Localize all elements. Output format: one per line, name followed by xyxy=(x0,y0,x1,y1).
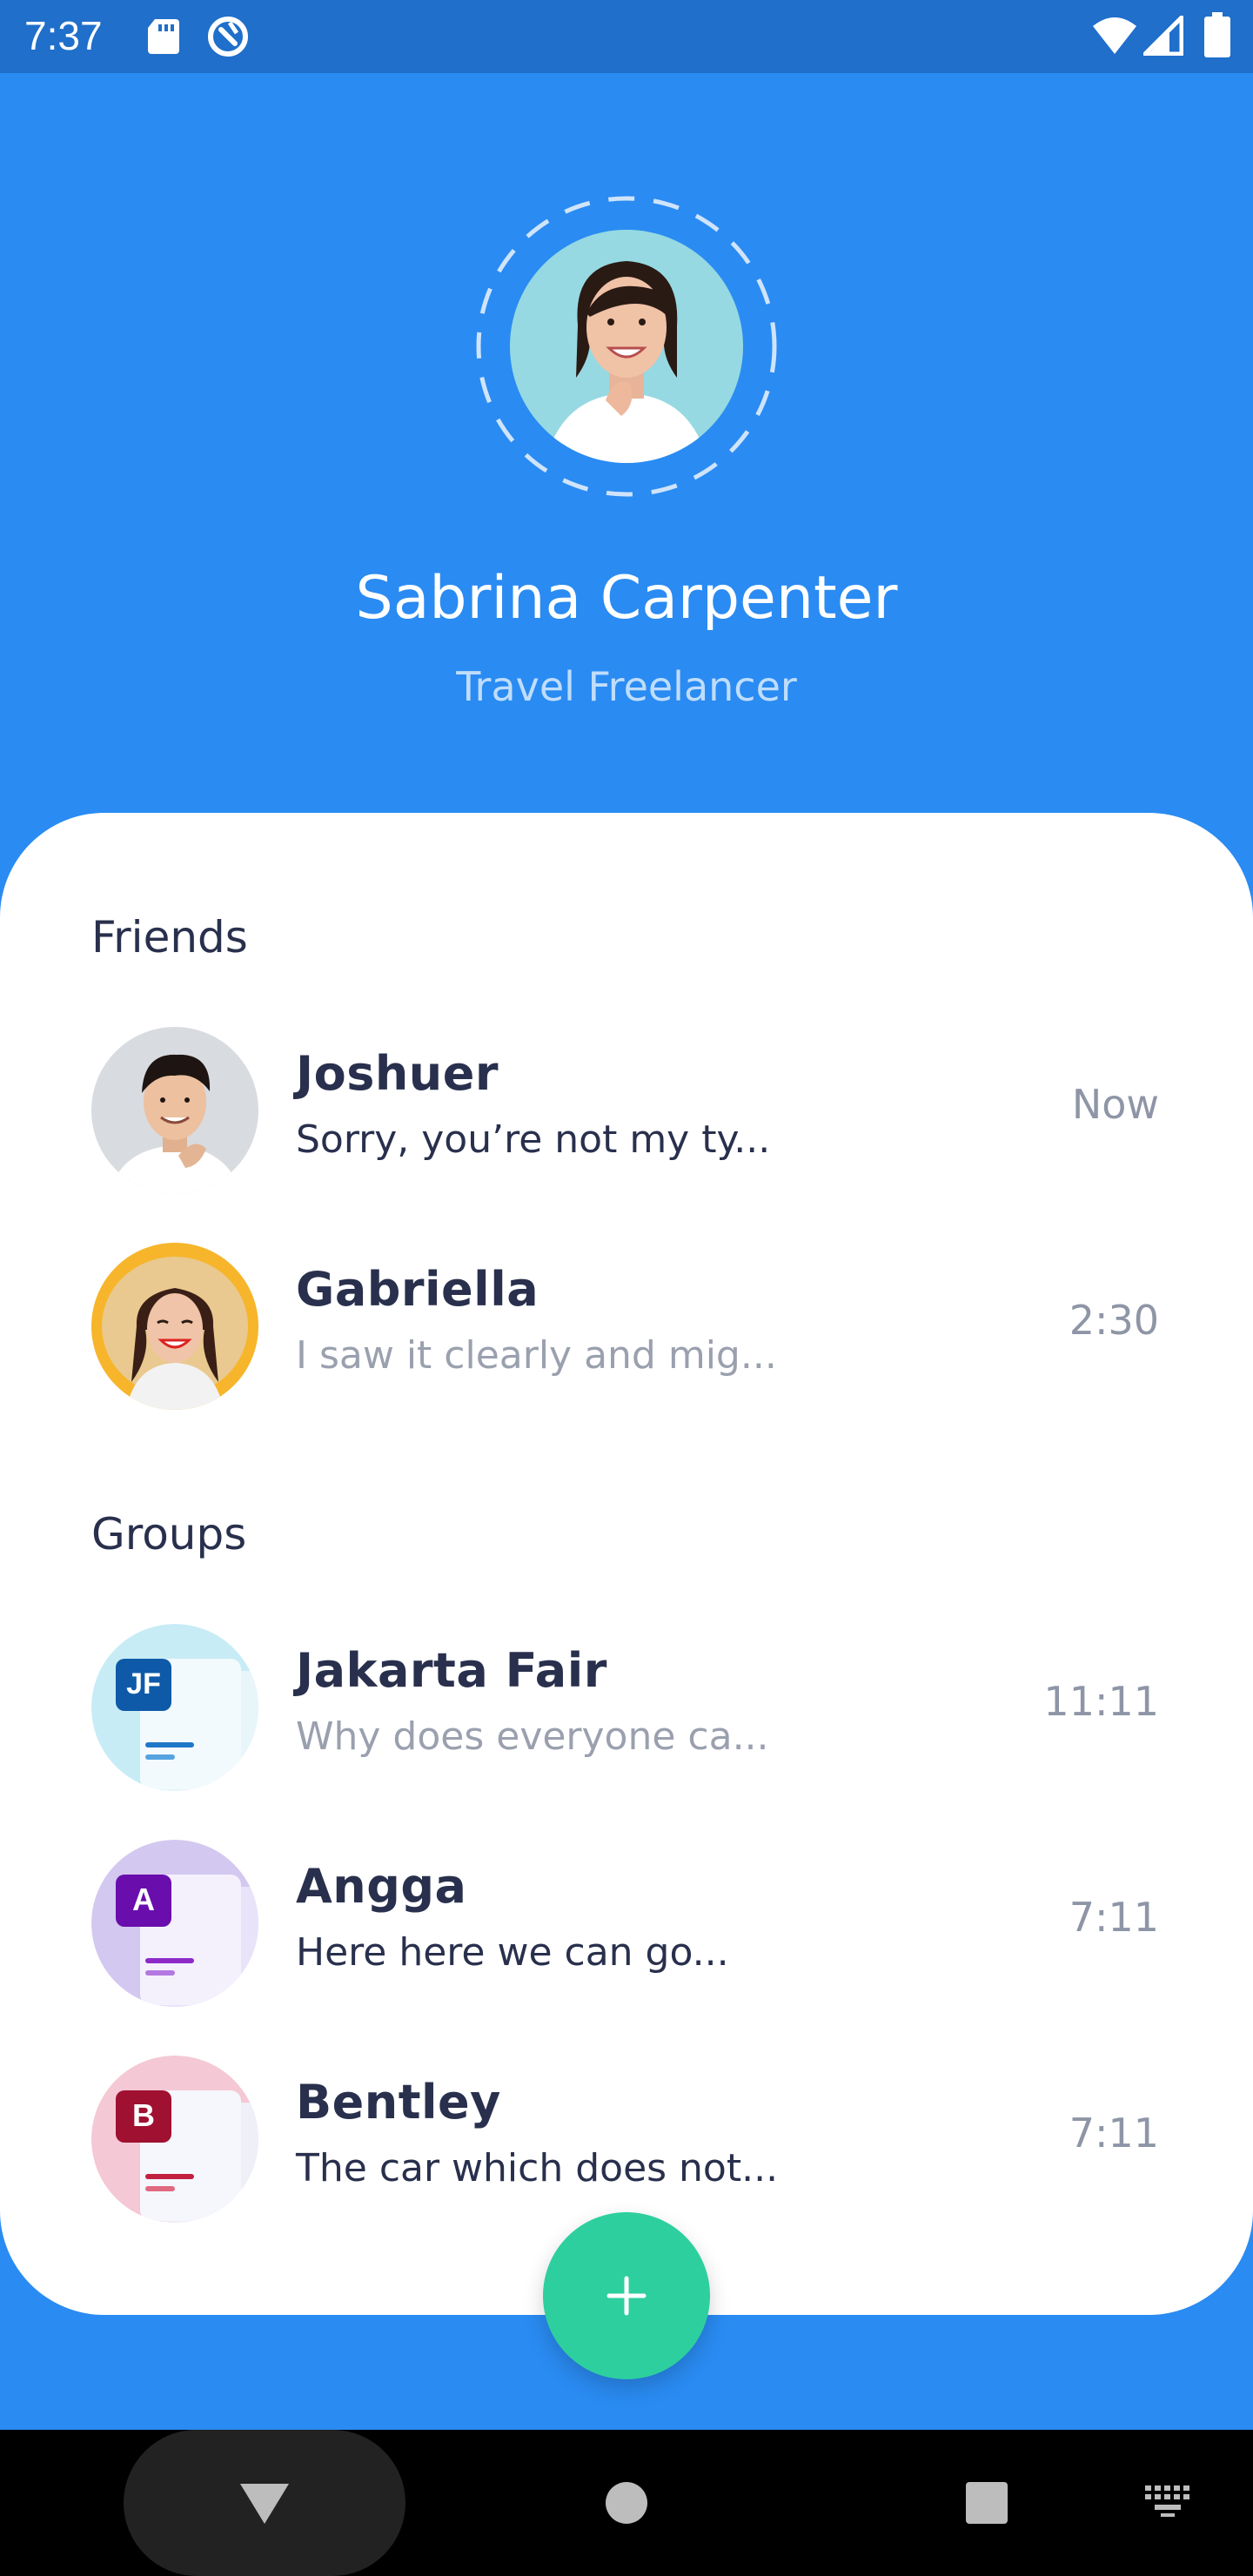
new-chat-fab[interactable] xyxy=(543,2212,710,2379)
group-avatar-bentley: B xyxy=(91,2056,258,2223)
friend-name: Gabriella xyxy=(296,1262,539,1317)
friend-name: Joshuer xyxy=(296,1046,499,1101)
back-button[interactable] xyxy=(124,2430,405,2576)
avatar-gabriella xyxy=(91,1243,258,1410)
status-time: 7:37 xyxy=(24,13,103,58)
friend-message: I saw it clearly and mig... xyxy=(296,1333,777,1378)
group-row-jakarta-fair[interactable]: JF Jakarta Fair Why does everyone ca... … xyxy=(0,1624,1253,1798)
profile-avatar[interactable] xyxy=(510,230,743,463)
friends-section-title: Friends xyxy=(91,912,248,963)
group-row-angga[interactable]: A Angga Here here we can go... 7:11 xyxy=(0,1840,1253,2014)
friend-row-joshuer[interactable]: Joshuer Sorry, you’re not my ty... Now xyxy=(0,1027,1253,1201)
group-time: 7:11 xyxy=(1069,1894,1159,1941)
friend-time: 2:30 xyxy=(1069,1297,1159,1344)
chat-list-card: Friends Joshuer Sorry, you’re not my ty.… xyxy=(0,813,1253,2315)
group-message: The car which does not... xyxy=(296,2146,779,2190)
group-time: 11:11 xyxy=(1043,1678,1159,1725)
friend-message: Sorry, you’re not my ty... xyxy=(296,1117,771,1162)
group-message: Here here we can go... xyxy=(296,1930,729,1975)
group-row-bentley[interactable]: B Bentley The car which does not... 7:11 xyxy=(0,2056,1253,2230)
sd-card-icon xyxy=(148,19,179,54)
group-name: Jakarta Fair xyxy=(296,1643,607,1698)
group-avatar-jakarta-fair: JF xyxy=(91,1624,258,1791)
profile-name: Sabrina Carpenter xyxy=(355,564,898,633)
group-name: Bentley xyxy=(296,2075,501,2130)
status-bar: 7:37 xyxy=(0,0,1253,73)
back-triangle-icon xyxy=(240,2484,289,2524)
battery-icon xyxy=(1204,12,1230,57)
recents-square-icon[interactable] xyxy=(964,2480,1009,2526)
keyboard-icon[interactable] xyxy=(1143,2484,1192,2519)
friend-time: Now xyxy=(1071,1081,1159,1128)
avatar-joshuer xyxy=(91,1027,258,1194)
group-badge-text: A xyxy=(132,1882,155,1917)
group-avatar-angga: A xyxy=(91,1840,258,2007)
group-badge-text: B xyxy=(132,2097,155,2133)
plus-icon xyxy=(606,2276,647,2316)
system-nav-bar xyxy=(0,2430,1253,2576)
profile-role: Travel Freelancer xyxy=(456,663,797,710)
app-notification-icon xyxy=(208,17,248,57)
profile-photo xyxy=(510,230,743,463)
signal-icon xyxy=(1143,16,1183,56)
group-message: Why does everyone ca... xyxy=(296,1714,769,1759)
friend-row-gabriella[interactable]: Gabriella I saw it clearly and mig... 2:… xyxy=(0,1243,1253,1417)
group-name: Angga xyxy=(296,1859,467,1914)
wifi-icon xyxy=(1093,17,1136,54)
group-time: 7:11 xyxy=(1069,2110,1159,2157)
group-badge-text: JF xyxy=(126,1667,161,1701)
groups-section-title: Groups xyxy=(91,1509,247,1560)
home-circle-icon[interactable] xyxy=(604,2480,649,2526)
